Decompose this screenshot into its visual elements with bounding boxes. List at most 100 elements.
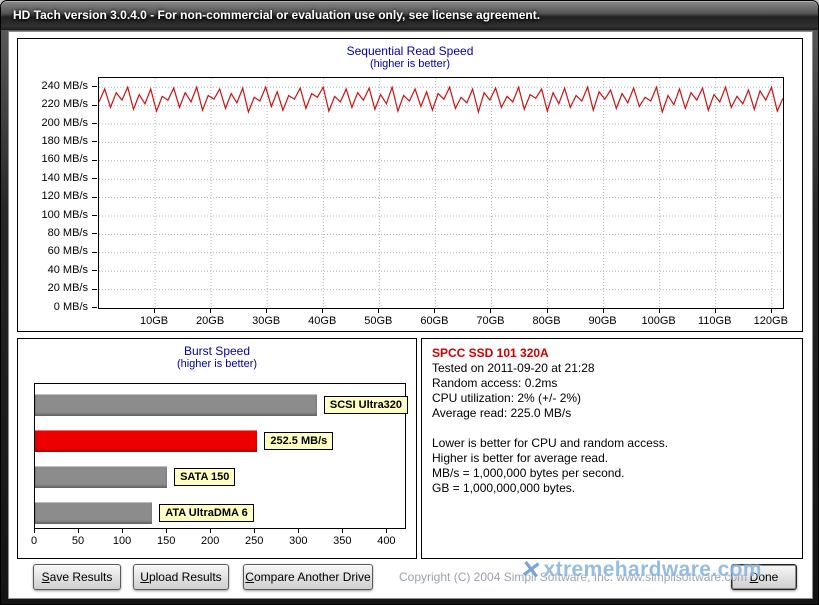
sequential-chart-title: Sequential Read Speed — [18, 39, 802, 58]
info-line-random-access: Random access: 0.2ms — [432, 376, 792, 391]
y-axis-label: 0 MB/s — [54, 301, 88, 313]
y-axis-label: 80 MB/s — [48, 227, 88, 239]
burst-bar-label: SCSI Ultra320 — [324, 396, 408, 414]
hdtach-window: HD Tach version 3.0.4.0 - For non-commer… — [0, 0, 819, 605]
x-axis-label: 80GB — [532, 315, 560, 327]
burst-axis-label: 50 — [72, 535, 84, 547]
upload-results-label: pload Results — [149, 570, 222, 584]
x-tick-mark — [322, 309, 323, 313]
done-label: one — [758, 570, 778, 584]
burst-chart-subtitle: (higher is better) — [18, 358, 416, 370]
x-axis-label: 70GB — [476, 315, 504, 327]
x-tick-mark — [154, 309, 155, 313]
y-axis-label: 40 MB/s — [48, 264, 88, 276]
y-axis-label: 120 MB/s — [42, 190, 88, 202]
sequential-read-panel: Sequential Read Speed (higher is better)… — [17, 38, 803, 332]
y-tick-mark — [92, 197, 97, 198]
burst-tick-mark — [254, 529, 255, 533]
drive-info-panel: SPCC SSD 101 320A Tested on 2011-09-20 a… — [421, 338, 803, 559]
done-accesskey: D — [750, 570, 759, 584]
y-axis-label: 180 MB/s — [42, 135, 88, 147]
info-note-lower: Lower is better for CPU and random acces… — [432, 436, 792, 451]
burst-tick-mark — [166, 529, 167, 533]
info-note-mbs: MB/s = 1,000,000 bytes per second. — [432, 466, 792, 481]
burst-axis-label: 0 — [31, 535, 37, 547]
burst-tick-mark — [298, 529, 299, 533]
y-axis-label: 20 MB/s — [48, 282, 88, 294]
y-tick-mark — [92, 289, 97, 290]
x-tick-mark — [490, 309, 491, 313]
burst-tick-mark — [78, 529, 79, 533]
x-tick-mark — [210, 309, 211, 313]
x-axis-label: 100GB — [642, 315, 676, 327]
burst-tick-mark — [386, 529, 387, 533]
save-results-button[interactable]: Save Results — [33, 564, 121, 590]
burst-bar — [35, 466, 167, 488]
info-line-average-read: Average read: 225.0 MB/s — [432, 406, 792, 421]
info-spacer — [432, 421, 792, 436]
burst-axis-label: 250 — [245, 535, 263, 547]
x-tick-mark — [715, 309, 716, 313]
x-tick-mark — [659, 309, 660, 313]
x-tick-mark — [547, 309, 548, 313]
burst-tick-mark — [342, 529, 343, 533]
burst-chart-title: Burst Speed — [18, 339, 416, 358]
x-tick-mark — [378, 309, 379, 313]
burst-bar-label: 252.5 MB/s — [264, 432, 333, 450]
info-line-cpu-utilization: CPU utilization: 2% (+/- 2%) — [432, 391, 792, 406]
titlebar[interactable]: HD Tach version 3.0.4.0 - For non-commer… — [1, 1, 818, 30]
burst-axis-label: 100 — [113, 535, 131, 547]
y-axis-label: 100 MB/s — [42, 209, 88, 221]
x-axis-label: 60GB — [420, 315, 448, 327]
burst-axis-label: 150 — [157, 535, 175, 547]
upload-results-accesskey: U — [140, 570, 149, 584]
burst-plot: SCSI Ultra320 252.5 MB/s SATA 150 ATA Ultra… — [34, 383, 406, 529]
y-tick-mark — [92, 270, 97, 271]
burst-axis-label: 300 — [289, 535, 307, 547]
y-tick-mark — [92, 105, 97, 106]
burst-axis-label: 200 — [201, 535, 219, 547]
burst-tick-mark — [122, 529, 123, 533]
x-axis-label: 50GB — [364, 315, 392, 327]
burst-bar — [35, 430, 257, 452]
sequential-line-chart — [99, 78, 783, 308]
y-axis-label: 160 MB/s — [42, 153, 88, 165]
compare-accesskey: C — [245, 570, 254, 584]
burst-bar-label: ATA UltraDMA 6 — [159, 504, 254, 522]
y-tick-mark — [92, 178, 97, 179]
save-results-label: ave Results — [50, 570, 113, 584]
upload-results-button[interactable]: Upload Results — [133, 564, 229, 590]
x-tick-mark — [603, 309, 604, 313]
x-tick-mark — [266, 309, 267, 313]
x-tick-mark — [434, 309, 435, 313]
burst-tick-mark — [210, 529, 211, 533]
y-tick-mark — [92, 141, 97, 142]
y-axis-label: 140 MB/s — [42, 172, 88, 184]
y-tick-mark — [92, 160, 97, 161]
info-line-tested: Tested on 2011-09-20 at 21:28 — [432, 361, 792, 376]
window-title: HD Tach version 3.0.4.0 - For non-commer… — [13, 8, 540, 22]
sequential-y-axis: 240 MB/s220 MB/s200 MB/s180 MB/s160 MB/s… — [18, 77, 98, 309]
burst-bar — [35, 394, 317, 416]
burst-bar-label: SATA 150 — [174, 468, 235, 486]
x-axis-label: 30GB — [252, 315, 280, 327]
y-tick-mark — [92, 86, 97, 87]
copyright-text: Copyright (C) 2004 Simpli Software, Inc.… — [399, 570, 747, 584]
info-note-gb: GB = 1,000,000,000 bytes. — [432, 481, 792, 496]
x-tick-mark — [771, 309, 772, 313]
sequential-x-axis: 10GB20GB30GB40GB50GB60GB70GB80GB90GB100G… — [98, 309, 784, 331]
compare-another-drive-button[interactable]: Compare Another Drive — [243, 564, 373, 590]
info-note-higher: Higher is better for average read. — [432, 451, 792, 466]
burst-bar — [35, 502, 152, 524]
sequential-plot — [98, 77, 784, 309]
y-axis-label: 60 MB/s — [48, 245, 88, 257]
save-results-accesskey: S — [42, 570, 50, 584]
burst-tick-mark — [34, 529, 35, 533]
client-area: Sequential Read Speed (higher is better)… — [8, 31, 813, 599]
y-tick-mark — [92, 252, 97, 253]
burst-axis-label: 400 — [377, 535, 395, 547]
y-axis-label: 220 MB/s — [42, 98, 88, 110]
read-speed-line — [99, 87, 783, 112]
x-axis-label: 10GB — [140, 315, 168, 327]
y-tick-mark — [92, 307, 97, 308]
